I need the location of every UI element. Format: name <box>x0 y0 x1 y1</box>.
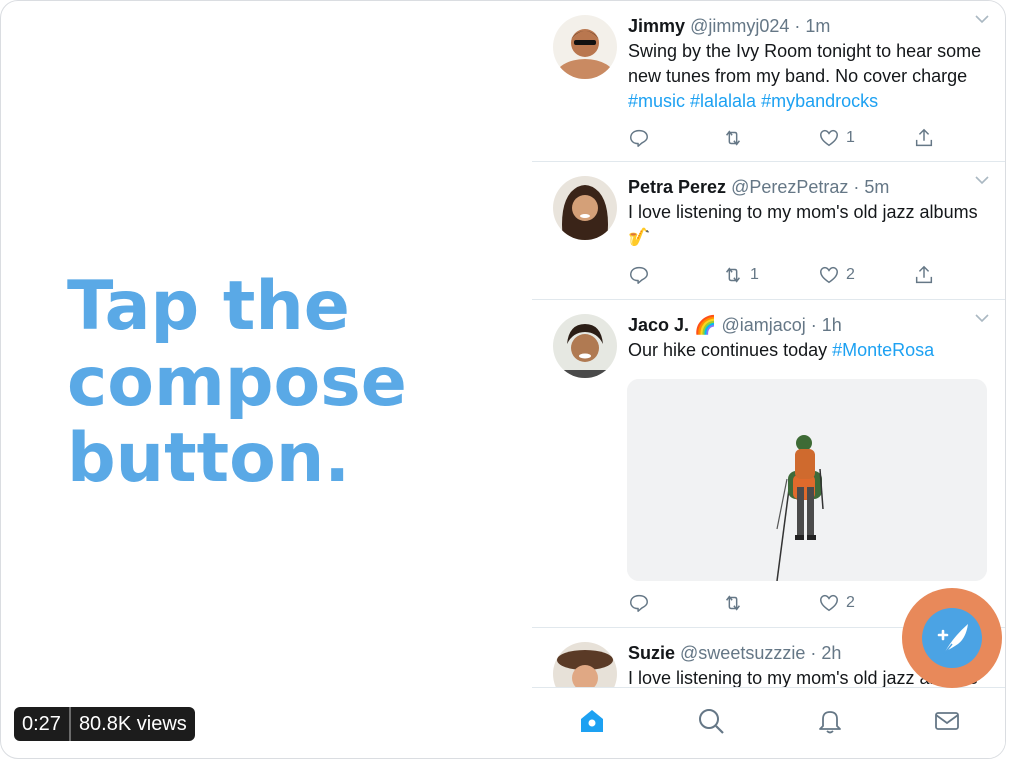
like-count: 2 <box>846 594 855 611</box>
headline: Tap the compose button. <box>67 269 407 497</box>
chevron-down-icon[interactable] <box>974 174 990 186</box>
tweet-text: I love listening to my mom's old jazz al… <box>628 200 996 250</box>
retweet-button[interactable]: 1 <box>722 262 759 288</box>
retweet-button[interactable] <box>722 125 750 151</box>
reply-icon <box>630 594 648 612</box>
headline-line-1: Tap the <box>67 267 350 346</box>
tweet-body: Swing by the Ivy Room tonight to hear so… <box>628 41 982 86</box>
compose-button[interactable] <box>902 588 1002 688</box>
video-views: 80.8K views <box>78 713 187 735</box>
heart-icon <box>820 594 838 612</box>
tweet-header: Suzie @sweetsuzzzie · 2h <box>628 641 841 665</box>
share-icon <box>915 265 933 284</box>
retweet-icon <box>725 130 741 146</box>
handle-time: @sweetsuzzzie · 2h <box>680 643 842 663</box>
search-icon[interactable] <box>696 706 726 736</box>
tweet-header: Jaco J. 🌈 @iamjacoj · 1h <box>628 313 842 337</box>
like-count: 2 <box>846 266 855 283</box>
retweet-button[interactable] <box>722 590 750 616</box>
tweet-2[interactable]: Petra Perez @PerezPetraz · 5m I love lis… <box>532 162 1005 300</box>
handle-time: @iamjacoj · 1h <box>721 315 842 335</box>
avatar[interactable] <box>553 314 617 378</box>
retweet-count: 1 <box>750 266 759 283</box>
reply-button[interactable] <box>628 262 656 288</box>
share-button[interactable] <box>913 125 935 151</box>
handle-time: @PerezPetraz · 5m <box>731 177 890 197</box>
reply-button[interactable] <box>628 590 656 616</box>
avatar[interactable] <box>553 15 617 79</box>
like-count: 1 <box>846 129 855 146</box>
display-name[interactable]: Petra Perez <box>628 177 726 197</box>
tweet-actions: 1 2 <box>628 262 948 288</box>
reply-button[interactable] <box>628 125 656 151</box>
video-badge: 0:27 80.8K views <box>14 707 195 741</box>
tweet-3[interactable]: Jaco J. 🌈 @iamjacoj · 1h Our hike contin… <box>532 300 1005 628</box>
tab-bar <box>532 687 1005 758</box>
tweet-header: Petra Perez @PerezPetraz · 5m <box>628 175 889 199</box>
share-button[interactable] <box>913 262 935 288</box>
handle-time: @jimmyj024 · 1m <box>690 16 831 36</box>
like-button[interactable]: 2 <box>818 590 855 616</box>
like-button[interactable]: 2 <box>818 262 855 288</box>
tweet-hashtags[interactable]: #music #lalalala #mybandrocks <box>628 91 878 111</box>
display-name[interactable]: Jimmy <box>628 16 685 36</box>
tweet-body: Our hike continues today <box>628 340 833 360</box>
video-frame[interactable]: Tap the compose button. Jimmy @jimmyj024… <box>0 0 1006 759</box>
tweet-1[interactable]: Jimmy @jimmyj024 · 1m Swing by the Ivy R… <box>532 1 1005 162</box>
tweet-body: I love listening to my mom's old jazz al… <box>628 202 978 247</box>
tweet-header: Jimmy @jimmyj024 · 1m <box>628 14 830 38</box>
video-time: 0:27 <box>22 713 61 735</box>
heart-icon <box>820 129 838 147</box>
tweet-media-image[interactable] <box>627 379 987 581</box>
bell-icon[interactable] <box>815 706 845 736</box>
retweet-icon <box>725 267 741 283</box>
display-name[interactable]: Suzie <box>628 643 675 663</box>
reply-icon <box>630 266 648 284</box>
tweet-text: Our hike continues today #MonteRosa <box>628 338 996 363</box>
tweet-actions: 2 <box>628 590 948 616</box>
headline-line-3: button. <box>67 419 351 498</box>
headline-line-2: compose <box>67 343 407 422</box>
share-icon <box>915 128 933 147</box>
display-name[interactable]: Jaco J. 🌈 <box>628 315 716 335</box>
heart-icon <box>820 266 838 284</box>
retweet-icon <box>725 595 741 611</box>
avatar[interactable] <box>553 176 617 240</box>
home-icon[interactable] <box>577 706 607 736</box>
chevron-down-icon[interactable] <box>974 13 990 25</box>
like-button[interactable]: 1 <box>818 125 855 151</box>
tweet-actions: 1 <box>628 125 948 151</box>
reply-icon <box>630 129 648 147</box>
avatar[interactable] <box>553 642 617 688</box>
compose-feather-icon <box>937 624 968 655</box>
compose-button-inner[interactable] <box>922 608 982 668</box>
tweet-text: Swing by the Ivy Room tonight to hear so… <box>628 39 996 114</box>
chevron-down-icon[interactable] <box>974 312 990 324</box>
mail-icon[interactable] <box>932 706 962 736</box>
tweet-hashtags[interactable]: #MonteRosa <box>832 340 934 360</box>
